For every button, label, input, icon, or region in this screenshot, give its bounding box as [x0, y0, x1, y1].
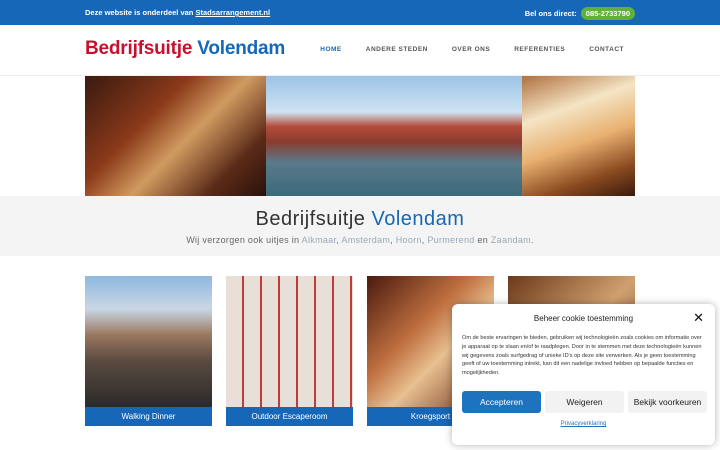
nav-over-ons[interactable]: OVER ONS [452, 46, 490, 53]
phone-number-link[interactable]: 085-2733790 [580, 7, 635, 20]
card-label: Outdoor Escaperoom [226, 407, 353, 426]
sub-prefix: Wij verzorgen ook uitjes in [186, 235, 300, 245]
cookie-title: Beheer cookie toestemming [533, 314, 634, 323]
title-word-1: Bedrijfsuitje [255, 208, 366, 230]
city-link-amsterdam[interactable]: Amsterdam [341, 235, 390, 245]
network-notice: Deze website is onderdeel van Stadsarran… [85, 8, 270, 17]
logo-word-2: Volendam [197, 38, 286, 59]
sub-suffix: . [530, 235, 534, 245]
hero-photo-toast [522, 76, 635, 196]
call-info: Bel ons direct: 085-2733790 [525, 7, 635, 20]
page-title: Bedrijfsuitje Volendam [0, 208, 720, 231]
close-icon[interactable]: ✕ [693, 310, 704, 326]
intro-section: Bedrijfsuitje Volendam Wij verzorgen ook… [0, 196, 720, 256]
city-link-purmerend[interactable]: Purmerend [427, 235, 474, 245]
logo-word-1: Bedrijfsuitje [85, 38, 193, 59]
site-header: Bedrijfsuitje Volendam HOME ANDERE STEDE… [0, 25, 720, 76]
sub-and: en [477, 235, 489, 245]
card-image [226, 276, 353, 407]
call-label: Bel ons direct: [524, 9, 577, 18]
nav-contact[interactable]: CONTACT [589, 46, 624, 53]
network-notice-text: Deze website is onderdeel van [85, 8, 194, 17]
nav-andere-steden[interactable]: ANDERE STEDEN [366, 46, 428, 53]
city-link-alkmaar[interactable]: Alkmaar [302, 235, 337, 245]
cookie-buttons: Accepteren Weigeren Bekijk voorkeuren [462, 391, 707, 413]
view-preferences-button[interactable]: Bekijk voorkeuren [628, 391, 707, 413]
other-cities-text: Wij verzorgen ook uitjes in Alkmaar, Ams… [186, 235, 534, 245]
stadsarrangement-link[interactable]: Stadsarrangement.nl [195, 8, 270, 17]
city-link-hoorn[interactable]: Hoorn [396, 235, 422, 245]
hero-photo-dinner [85, 76, 266, 196]
hero-banner [85, 76, 635, 196]
city-link-zaandam[interactable]: Zaandam [491, 235, 531, 245]
cookie-consent-dialog: Beheer cookie toestemming ✕ Om de beste … [452, 304, 715, 445]
title-word-2: Volendam [371, 208, 465, 230]
privacy-policy-link[interactable]: Privacyverklaring [452, 421, 715, 427]
hero-photo-volendam-harbor [266, 76, 522, 196]
nav-home[interactable]: HOME [320, 46, 342, 53]
top-bar: Deze website is onderdeel van Stadsarran… [0, 0, 720, 25]
cookie-body-text: Om de beste ervaringen te bieden, gebrui… [462, 335, 702, 377]
nav-referenties[interactable]: REFERENTIES [514, 46, 565, 53]
card-image [85, 276, 212, 407]
accept-button[interactable]: Accepteren [462, 391, 541, 413]
card-walking-dinner[interactable]: Walking Dinner [85, 276, 212, 426]
main-nav: HOME ANDERE STEDEN OVER ONS REFERENTIES … [320, 46, 624, 53]
card-label: Walking Dinner [85, 407, 212, 426]
card-outdoor-escaperoom[interactable]: Outdoor Escaperoom [226, 276, 353, 426]
site-logo[interactable]: Bedrijfsuitje Volendam [85, 38, 285, 60]
deny-button[interactable]: Weigeren [545, 391, 624, 413]
